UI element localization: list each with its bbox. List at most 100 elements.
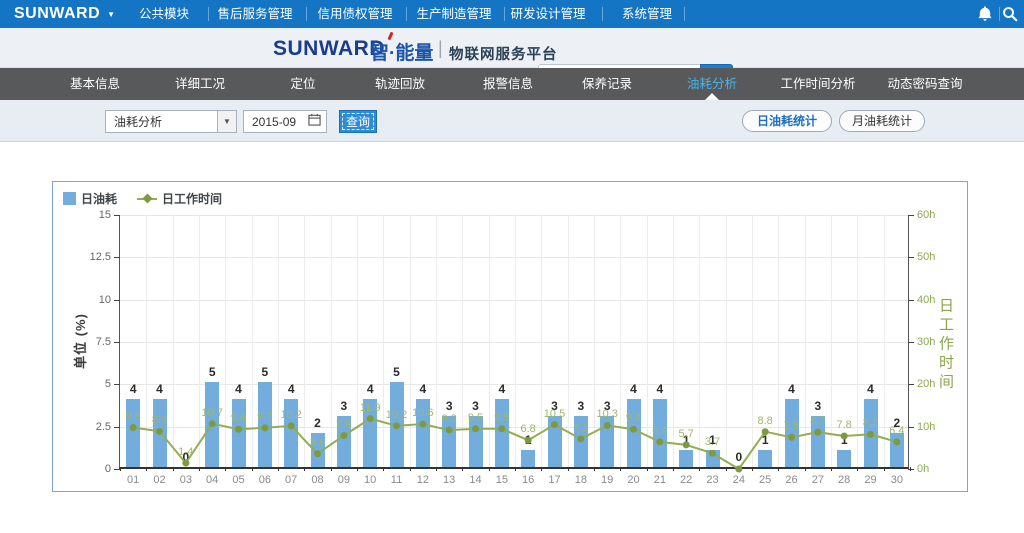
divider [504, 7, 505, 21]
worktime-value: 7.8 [837, 419, 852, 431]
legend-item-daily-worktime[interactable]: 日工作时间 [137, 190, 222, 207]
worktime-point[interactable] [814, 429, 821, 436]
worktime-point[interactable] [893, 438, 900, 445]
page: SUNWARD ▼ 公共模块 售后服务管理 信用债权管理 生产制造管理 研发设计… [0, 0, 1024, 533]
left-axis-tick-label: 10 [99, 294, 111, 306]
product-name: 智·能量 [370, 38, 433, 65]
x-axis-tick-label: 24 [733, 474, 745, 486]
worktime-point[interactable] [762, 428, 769, 435]
worktime-point[interactable] [841, 432, 848, 439]
divider [684, 7, 685, 21]
legend-item-daily-fuel[interactable]: 日油耗 [63, 190, 117, 207]
worktime-value: 9.4 [626, 412, 641, 424]
fuel-chart-panel: 日油耗 日工作时间 单位 (%) 日工作时间 00h2.510h520h7.53… [52, 181, 968, 492]
x-axis-tick-label: 26 [785, 474, 797, 486]
tab-dynamic-password[interactable]: 动态密码查询 [887, 68, 962, 100]
topmenu-item-credit[interactable]: 信用债权管理 [317, 0, 392, 28]
x-axis-tick-label: 14 [469, 474, 481, 486]
bell-icon[interactable] [976, 5, 994, 23]
worktime-point[interactable] [551, 421, 558, 428]
worktime-point[interactable] [419, 421, 426, 428]
query-button[interactable]: 查询 [339, 110, 377, 133]
x-axis-tick-label: 27 [812, 474, 824, 486]
tab-basic-info[interactable]: 基本信息 [70, 68, 120, 100]
daily-fuel-stats-button[interactable]: 日油耗统计 [742, 110, 832, 132]
worktime-point[interactable] [288, 422, 295, 429]
left-axis-tick-label: 12.5 [90, 251, 111, 263]
x-axis-tick-label: 19 [601, 474, 613, 486]
worktime-point[interactable] [683, 441, 690, 448]
divider [602, 7, 603, 21]
axis-tick [908, 469, 914, 470]
worktime-value: 9.8 [126, 411, 141, 423]
worktime-point[interactable] [261, 424, 268, 431]
brand-menu[interactable]: SUNWARD ▼ [14, 0, 116, 28]
worktime-value: 9.7 [257, 411, 272, 423]
topmenu-item-system[interactable]: 系统管理 [622, 0, 672, 28]
worktime-point[interactable] [314, 450, 321, 457]
tab-detail-condition[interactable]: 详细工况 [175, 68, 225, 100]
tab-maintenance[interactable]: 保养记录 [582, 68, 632, 100]
worktime-point[interactable] [630, 426, 637, 433]
active-tab-pointer [705, 93, 719, 100]
worktime-value: 10.5 [544, 408, 565, 420]
left-axis-tick-label: 5 [105, 378, 111, 390]
worktime-point[interactable] [209, 420, 216, 427]
worktime-point[interactable] [130, 424, 137, 431]
x-axis-tick-label: 08 [311, 474, 323, 486]
topmenu-item-rd[interactable]: 研发设计管理 [510, 0, 585, 28]
x-axis-tick-label: 15 [496, 474, 508, 486]
worktime-point[interactable] [182, 460, 189, 467]
worktime-point[interactable] [867, 431, 874, 438]
tab-location[interactable]: 定位 [290, 68, 315, 100]
worktime-point[interactable] [472, 425, 479, 432]
worktime-point[interactable] [577, 435, 584, 442]
worktime-point[interactable] [156, 428, 163, 435]
worktime-value: 1.4 [178, 446, 193, 458]
analysis-type-select[interactable]: 油耗分析 ▼ [105, 110, 237, 133]
monthly-fuel-stats-button[interactable]: 月油耗统计 [839, 110, 925, 132]
tab-alarm-info[interactable]: 报警信息 [483, 68, 533, 100]
worktime-value: 10.3 [596, 408, 617, 420]
worktime-point[interactable] [604, 422, 611, 429]
worktime-point[interactable] [788, 434, 795, 441]
analysis-type-value: 油耗分析 [106, 113, 217, 130]
worktime-point[interactable] [367, 415, 374, 422]
filter-bar: 油耗分析 ▼ 2015-09 查询 日油耗统计 月油耗统计 [0, 100, 1024, 142]
chart-legend: 日油耗 日工作时间 [63, 190, 222, 207]
axis-tick [910, 467, 911, 471]
divider [306, 7, 307, 21]
x-axis-tick-label: 10 [364, 474, 376, 486]
caret-down-icon: ▼ [107, 10, 115, 19]
worktime-point[interactable] [656, 438, 663, 445]
divider [406, 7, 407, 21]
worktime-point[interactable] [340, 432, 347, 439]
worktime-point[interactable] [525, 437, 532, 444]
worktime-value: 9.5 [494, 412, 509, 424]
worktime-point[interactable] [235, 426, 242, 433]
worktime-value: 10.2 [386, 409, 407, 421]
top-bar: SUNWARD ▼ 公共模块 售后服务管理 信用债权管理 生产制造管理 研发设计… [0, 0, 1024, 28]
worktime-point[interactable] [446, 427, 453, 434]
worktime-value: 10.7 [201, 407, 222, 419]
worktime-point[interactable] [498, 425, 505, 432]
search-icon[interactable] [1001, 5, 1019, 23]
x-axis-tick-label: 25 [759, 474, 771, 486]
topmenu-item-aftersales[interactable]: 售后服务管理 [217, 0, 292, 28]
x-axis-tick-label: 05 [232, 474, 244, 486]
right-axis-tick-label: 0h [917, 463, 929, 475]
x-axis-tick-label: 07 [285, 474, 297, 486]
x-axis-tick-label: 06 [259, 474, 271, 486]
caret-down-icon[interactable]: ▼ [217, 111, 236, 132]
worktime-point[interactable] [709, 450, 716, 457]
topmenu-item-manufacturing[interactable]: 生产制造管理 [416, 0, 491, 28]
month-picker[interactable]: 2015-09 [243, 110, 327, 133]
worktime-point[interactable] [393, 422, 400, 429]
topmenu-item-public[interactable]: 公共模块 [139, 0, 189, 28]
worktime-value: 9.4 [231, 412, 246, 424]
right-axis-tick-label: 10h [917, 421, 935, 433]
tab-track-playback[interactable]: 轨迹回放 [375, 68, 425, 100]
right-axis-tick-label: 50h [917, 251, 935, 263]
tab-worktime-analysis[interactable]: 工作时间分析 [780, 68, 855, 100]
worktime-point[interactable] [735, 466, 742, 473]
